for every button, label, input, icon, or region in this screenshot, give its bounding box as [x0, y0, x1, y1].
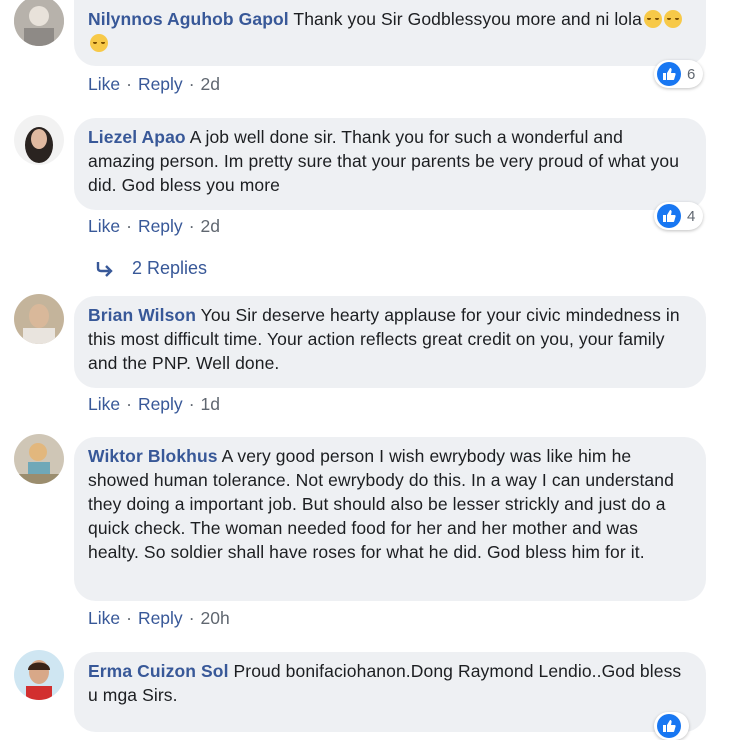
- thumbs-up-icon: [657, 714, 681, 738]
- comment-bubble: Wiktor Blokhus A very good person I wish…: [74, 437, 706, 601]
- comment-timestamp[interactable]: 2d: [201, 216, 220, 236]
- profile-photo-icon: [14, 650, 64, 700]
- avatar[interactable]: [14, 115, 64, 165]
- view-replies-link[interactable]: 2 Replies: [96, 258, 207, 279]
- comment-author[interactable]: Wiktor Blokhus: [88, 446, 218, 466]
- reaction-count-badge[interactable]: 4: [654, 202, 704, 230]
- comment-actions: Like · Reply · 1d: [88, 394, 220, 414]
- comment-timestamp[interactable]: 1d: [201, 394, 220, 414]
- reaction-count: 4: [687, 207, 696, 225]
- avatar[interactable]: [14, 434, 64, 484]
- comment-actions: Like · Reply · 2d: [88, 216, 220, 236]
- relieved-face-emoji-icon: [90, 34, 108, 52]
- comment-actions: Like · Reply · 2d: [88, 74, 220, 94]
- relieved-face-emoji-icon: [663, 10, 682, 28]
- comment-author[interactable]: Nilynnos Aguhob Gapol: [88, 9, 289, 29]
- avatar[interactable]: [14, 294, 64, 344]
- reply-arrow-icon: [96, 261, 113, 277]
- comment-timestamp[interactable]: 20h: [201, 608, 230, 628]
- like-link[interactable]: Like: [88, 216, 120, 236]
- comment-author[interactable]: Erma Cuizon Sol: [88, 661, 229, 681]
- like-link[interactable]: Like: [88, 74, 120, 94]
- comment-bubble: Brian Wilson You Sir deserve hearty appl…: [74, 296, 706, 388]
- reply-link[interactable]: Reply: [138, 74, 183, 94]
- profile-photo-icon: [14, 434, 64, 484]
- reaction-count-badge[interactable]: [654, 712, 689, 740]
- reaction-count: 6: [687, 65, 696, 83]
- reply-link[interactable]: Reply: [138, 394, 183, 414]
- like-link[interactable]: Like: [88, 394, 120, 414]
- avatar[interactable]: [14, 650, 64, 700]
- comment-actions: Like · Reply · 20h: [88, 608, 230, 628]
- reply-link[interactable]: Reply: [138, 608, 183, 628]
- comment-bubble: Nilynnos Aguhob Gapol Thank you Sir Godb…: [74, 0, 706, 66]
- thumbs-up-icon: [657, 204, 681, 228]
- comment-bubble: Liezel Apao A job well done sir. Thank y…: [74, 118, 706, 210]
- comment-text: Thank you Sir Godblessyou more and ni lo…: [293, 9, 642, 29]
- comment-bubble: Erma Cuizon Sol Proud bonifaciohanon.Don…: [74, 652, 706, 732]
- replies-count-label[interactable]: 2 Replies: [132, 258, 207, 279]
- thumbs-up-icon: [657, 62, 681, 86]
- reply-link[interactable]: Reply: [138, 216, 183, 236]
- profile-photo-icon: [14, 115, 64, 165]
- like-link[interactable]: Like: [88, 608, 120, 628]
- comment-author[interactable]: Liezel Apao: [88, 127, 186, 147]
- avatar[interactable]: [14, 0, 64, 46]
- profile-photo-icon: [14, 294, 64, 344]
- comment-author[interactable]: Brian Wilson: [88, 305, 196, 325]
- relieved-face-emoji-icon: [643, 10, 662, 28]
- comment-timestamp[interactable]: 2d: [201, 74, 220, 94]
- profile-photo-icon: [14, 0, 64, 46]
- reaction-count-badge[interactable]: 6: [654, 60, 704, 88]
